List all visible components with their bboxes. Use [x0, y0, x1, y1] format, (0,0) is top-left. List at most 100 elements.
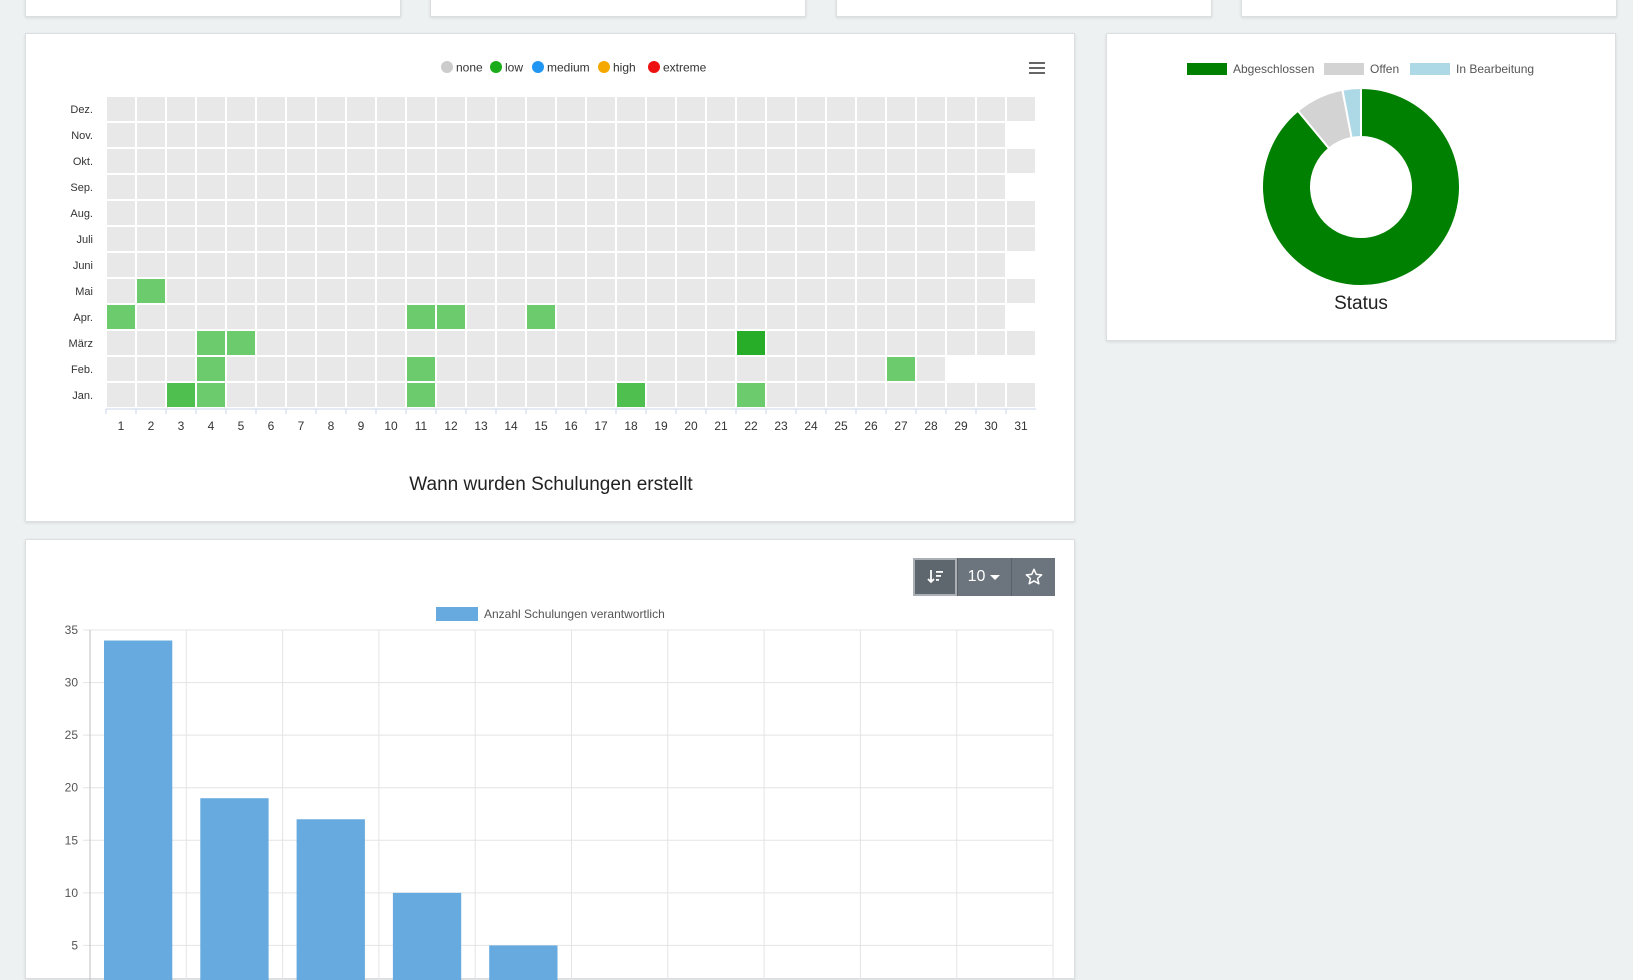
- heatmap-cell[interactable]: [737, 227, 765, 251]
- heatmap-cell[interactable]: [437, 331, 465, 355]
- heatmap-cell[interactable]: [197, 227, 225, 251]
- heatmap-cell[interactable]: [827, 305, 855, 329]
- heatmap-cell[interactable]: [497, 97, 525, 121]
- heatmap-cell[interactable]: [707, 123, 735, 147]
- heatmap-cell[interactable]: [497, 149, 525, 173]
- heatmap-cell[interactable]: [1007, 201, 1035, 225]
- heatmap-cell[interactable]: [467, 331, 495, 355]
- heatmap-cell[interactable]: [437, 97, 465, 121]
- heatmap-cell[interactable]: [977, 253, 1005, 277]
- heatmap-cell[interactable]: [1007, 149, 1035, 173]
- heatmap-cell[interactable]: [587, 357, 615, 381]
- heatmap-cell[interactable]: [137, 123, 165, 147]
- heatmap-cell[interactable]: [767, 201, 795, 225]
- heatmap-cell[interactable]: [197, 97, 225, 121]
- heatmap-cell[interactable]: [527, 201, 555, 225]
- heatmap-cell[interactable]: [737, 279, 765, 303]
- heatmap-cell[interactable]: [557, 149, 585, 173]
- heatmap-cell[interactable]: [167, 383, 195, 407]
- heatmap-cell[interactable]: [257, 331, 285, 355]
- heatmap-cell[interactable]: [827, 383, 855, 407]
- heatmap-cell[interactable]: [347, 227, 375, 251]
- heatmap-cell[interactable]: [647, 227, 675, 251]
- heatmap-cell[interactable]: [557, 305, 585, 329]
- heatmap-cell[interactable]: [467, 227, 495, 251]
- legend-item[interactable]: In Bearbeitung: [1410, 62, 1534, 76]
- heatmap-cell[interactable]: [377, 175, 405, 199]
- heatmap-cell[interactable]: [317, 305, 345, 329]
- heatmap-cell[interactable]: [467, 305, 495, 329]
- heatmap-cell[interactable]: [467, 357, 495, 381]
- heatmap-cell[interactable]: [467, 253, 495, 277]
- heatmap-cell[interactable]: [317, 383, 345, 407]
- heatmap-cell[interactable]: [107, 331, 135, 355]
- heatmap-cell[interactable]: [497, 227, 525, 251]
- heatmap-cell[interactable]: [917, 97, 945, 121]
- heatmap-cell[interactable]: [107, 279, 135, 303]
- heatmap-cell[interactable]: [347, 305, 375, 329]
- heatmap-cell[interactable]: [857, 97, 885, 121]
- heatmap-cell[interactable]: [527, 279, 555, 303]
- heatmap-cell[interactable]: [107, 305, 135, 329]
- heatmap-cell[interactable]: [587, 227, 615, 251]
- heatmap-cell[interactable]: [977, 305, 1005, 329]
- heatmap-cell[interactable]: [887, 383, 915, 407]
- heatmap-cell[interactable]: [797, 97, 825, 121]
- legend-item-low[interactable]: low: [490, 61, 523, 75]
- heatmap-cell[interactable]: [257, 201, 285, 225]
- heatmap-cell[interactable]: [1007, 331, 1035, 355]
- heatmap-cell[interactable]: [287, 149, 315, 173]
- heatmap-cell[interactable]: [407, 201, 435, 225]
- heatmap-cell[interactable]: [917, 149, 945, 173]
- heatmap-cell[interactable]: [377, 123, 405, 147]
- heatmap-cell[interactable]: [617, 123, 645, 147]
- heatmap-cell[interactable]: [797, 123, 825, 147]
- heatmap-cell[interactable]: [917, 123, 945, 147]
- heatmap-cell[interactable]: [257, 175, 285, 199]
- heatmap-cell[interactable]: [167, 123, 195, 147]
- heatmap-cell[interactable]: [647, 305, 675, 329]
- heatmap-cell[interactable]: [917, 175, 945, 199]
- heatmap-cell[interactable]: [227, 331, 255, 355]
- heatmap-cell[interactable]: [677, 175, 705, 199]
- heatmap-cell[interactable]: [1007, 97, 1035, 121]
- heatmap-cell[interactable]: [797, 175, 825, 199]
- heatmap-cell[interactable]: [377, 97, 405, 121]
- hamburger-menu-icon[interactable]: [1024, 56, 1048, 78]
- heatmap-cell[interactable]: [437, 253, 465, 277]
- heatmap-cell[interactable]: [557, 97, 585, 121]
- heatmap-cell[interactable]: [497, 201, 525, 225]
- bar[interactable]: [296, 819, 365, 980]
- heatmap-cell[interactable]: [647, 357, 675, 381]
- heatmap-cell[interactable]: [707, 97, 735, 121]
- heatmap-cell[interactable]: [107, 227, 135, 251]
- heatmap-cell[interactable]: [467, 123, 495, 147]
- heatmap-cell[interactable]: [587, 201, 615, 225]
- heatmap-cell[interactable]: [737, 149, 765, 173]
- heatmap-cell[interactable]: [587, 97, 615, 121]
- heatmap-cell[interactable]: [977, 279, 1005, 303]
- heatmap-cell[interactable]: [497, 279, 525, 303]
- heatmap-cell[interactable]: [527, 357, 555, 381]
- heatmap-cell[interactable]: [137, 357, 165, 381]
- heatmap-cell[interactable]: [407, 279, 435, 303]
- heatmap-cell[interactable]: [227, 123, 255, 147]
- heatmap-cell[interactable]: [977, 227, 1005, 251]
- heatmap-cell[interactable]: [977, 201, 1005, 225]
- heatmap-cell[interactable]: [107, 175, 135, 199]
- heatmap-cell[interactable]: [107, 383, 135, 407]
- heatmap-cell[interactable]: [947, 253, 975, 277]
- heatmap-cell[interactable]: [137, 201, 165, 225]
- heatmap-cell[interactable]: [767, 149, 795, 173]
- heatmap-cell[interactable]: [797, 357, 825, 381]
- heatmap-cell[interactable]: [347, 279, 375, 303]
- heatmap-cell[interactable]: [497, 175, 525, 199]
- heatmap-cell[interactable]: [827, 97, 855, 121]
- heatmap-cell[interactable]: [377, 279, 405, 303]
- heatmap-cell[interactable]: [707, 279, 735, 303]
- heatmap-cell[interactable]: [527, 253, 555, 277]
- heatmap-cell[interactable]: [827, 175, 855, 199]
- heatmap-cell[interactable]: [527, 331, 555, 355]
- heatmap-cell[interactable]: [917, 227, 945, 251]
- heatmap-cell[interactable]: [257, 383, 285, 407]
